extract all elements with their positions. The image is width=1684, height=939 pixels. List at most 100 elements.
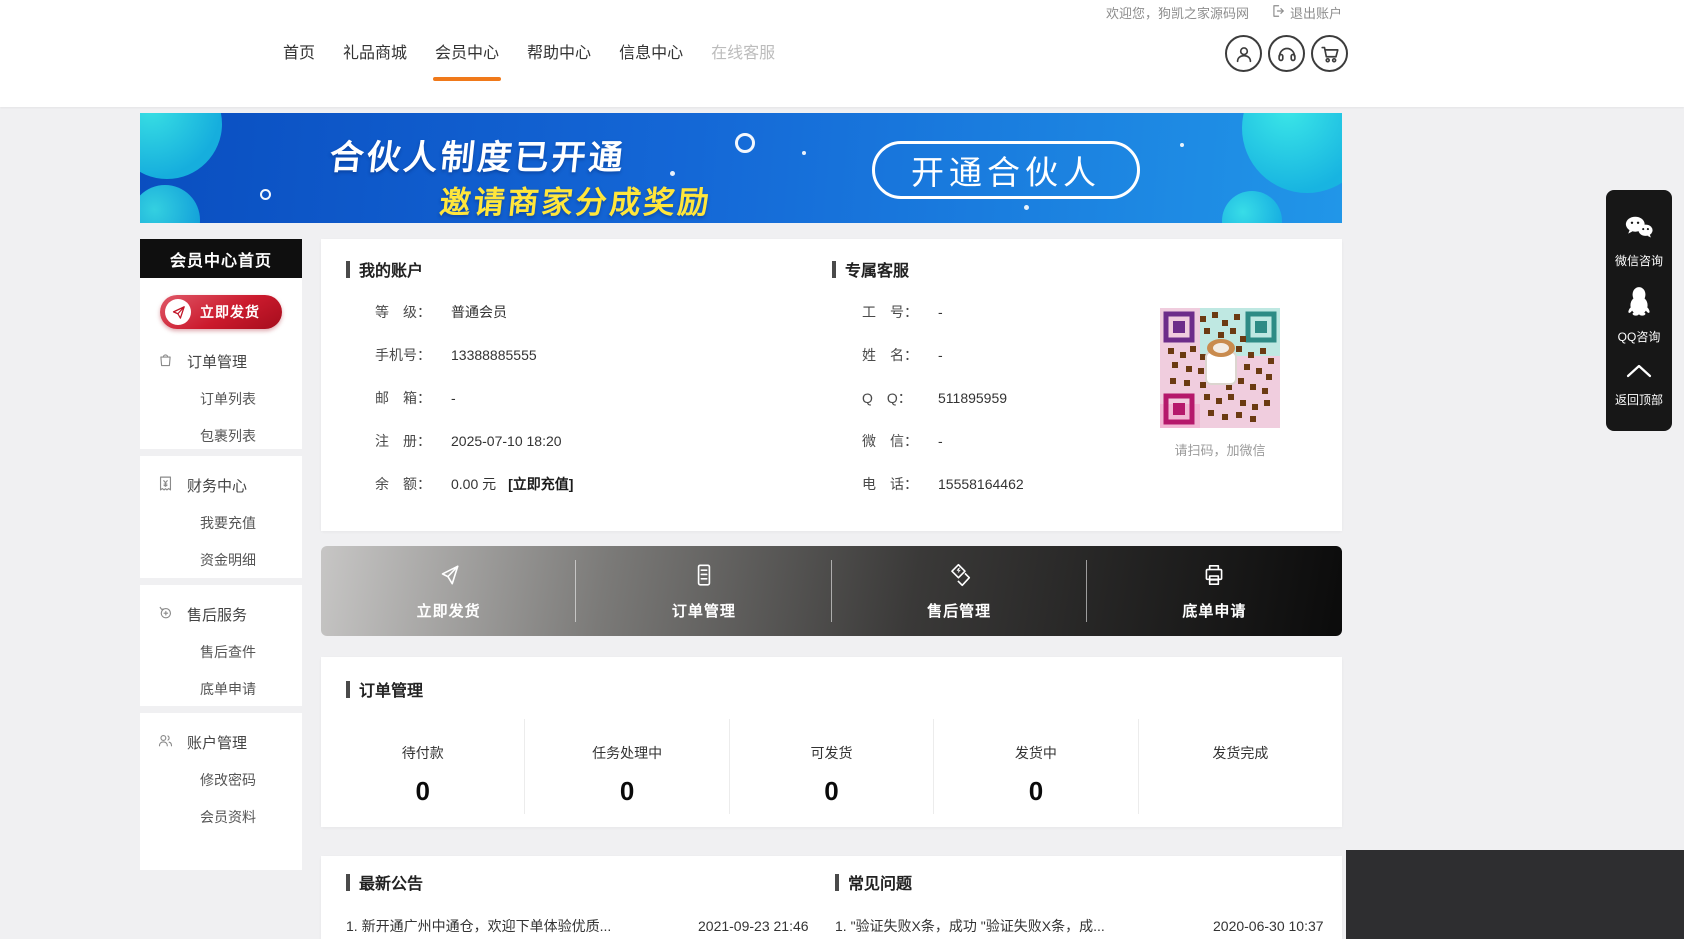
wechat-icon xyxy=(1624,214,1654,245)
service-rows: 工 号： - 姓 名： - Q Q： 511895959 微 信： - 电 话： xyxy=(862,290,1162,505)
site-header: 欢迎您，狗凯之家源码网 退出账户 首页 礼品商城 会员中心 帮助中心 信息中心 … xyxy=(0,0,1684,107)
list-icon xyxy=(691,562,717,593)
qq-icon xyxy=(1626,286,1652,321)
qq-consult-button[interactable]: QQ咨询 xyxy=(1618,286,1661,345)
wechat-consult-button[interactable]: 微信咨询 xyxy=(1615,214,1663,269)
stat-shipping[interactable]: 发货中 0 xyxy=(934,719,1138,814)
partner-banner: 合伙人制度已开通 邀请商家分成奖励 开通合伙人 xyxy=(140,113,1342,223)
banner-decoration xyxy=(1222,191,1282,223)
faq-item: 1. "验证失败X条，成功 "验证失败X条，成... 2020-06-30 10… xyxy=(835,916,1325,936)
sidebar-group-account[interactable]: 账户管理 xyxy=(140,732,302,753)
service-row-qq: Q Q： 511895959 xyxy=(862,376,1162,419)
account-icon xyxy=(157,732,174,753)
quick-action-receipt[interactable]: 底单申请 xyxy=(1087,546,1342,636)
account-row-email: 邮 箱： - xyxy=(375,376,806,419)
account-row-registered: 注 册： 2025-07-10 18:20 xyxy=(375,419,806,462)
chevron-up-icon xyxy=(1624,363,1654,384)
account-rows: 等 级： 普通会员 手机号： 13388885555 邮 箱： - 注 册： 2… xyxy=(375,290,806,505)
aftersale-icon xyxy=(157,604,174,625)
qr-caption: 请扫码，加微信 xyxy=(1160,440,1280,459)
logout-icon xyxy=(1271,4,1285,21)
ship-now-label: 立即发货 xyxy=(200,302,260,322)
quick-action-orders[interactable]: 订单管理 xyxy=(576,546,831,636)
logout-button[interactable]: 退出账户 xyxy=(1271,3,1342,22)
stat-completed[interactable]: 发货完成 xyxy=(1139,719,1342,814)
banner-decoration xyxy=(1024,205,1029,210)
footer-edge xyxy=(1346,850,1684,939)
recharge-now-link[interactable]: [立即充值] xyxy=(508,474,573,494)
sidebar-group-aftersale[interactable]: 售后服务 xyxy=(140,604,302,625)
title-marker xyxy=(346,874,350,891)
sidebar-item-member-profile[interactable]: 会员资料 xyxy=(140,807,302,827)
announcement-item: 1. 新开通广州中通仓，欢迎下单体验优质... 2021-09-23 21:46 xyxy=(346,916,816,936)
printer-icon xyxy=(1201,562,1227,593)
sidebar-block-account: 账户管理 修改密码 会员资料 xyxy=(140,713,302,870)
service-row-wechat: 微 信： - xyxy=(862,419,1162,462)
header-icons xyxy=(1225,35,1348,72)
banner-decoration xyxy=(260,189,271,200)
sidebar-item-change-password[interactable]: 修改密码 xyxy=(140,770,302,790)
stat-task-processing[interactable]: 任务处理中 0 xyxy=(525,719,729,814)
dedicated-service-section: 专属客服 工 号： - 姓 名： - Q Q： 511895959 微 信： - xyxy=(832,257,1162,505)
order-stats-card: 订单管理 待付款 0 任务处理中 0 可发货 0 发货中 0 发货完成 xyxy=(321,657,1342,827)
my-account-section: 我的账户 等 级： 普通会员 手机号： 13388885555 邮 箱： - 注… xyxy=(346,257,806,505)
banner-decoration xyxy=(140,113,222,179)
title-marker xyxy=(835,874,839,891)
sidebar-item-aftersale-track[interactable]: 售后查件 xyxy=(140,642,302,662)
banner-decoration xyxy=(140,185,200,223)
nav-item-help-center[interactable]: 帮助中心 xyxy=(527,39,591,67)
nav-item-home[interactable]: 首页 xyxy=(283,39,315,67)
service-row-staff-id: 工 号： - xyxy=(862,290,1162,333)
sidebar-item-package-list[interactable]: 包裹列表 xyxy=(140,426,302,446)
sidebar-item-recharge[interactable]: 我要充值 xyxy=(140,513,302,533)
faq-title: 常见问题 xyxy=(835,870,1325,894)
sidebar-item-fund-detail[interactable]: 资金明细 xyxy=(140,550,302,570)
banner-headline: 合伙人制度已开通 xyxy=(327,130,628,179)
sidebar-item-receipt-request[interactable]: 底单申请 xyxy=(140,679,302,699)
account-row-level: 等 级： 普通会员 xyxy=(375,290,806,333)
sidebar-group-orders[interactable]: 订单管理 xyxy=(140,351,302,372)
stat-ready-to-ship[interactable]: 可发货 0 xyxy=(730,719,934,814)
faq-link[interactable]: 1. "验证失败X条，成功 "验证失败X条，成... xyxy=(835,916,1213,936)
sidebar-item-order-list[interactable]: 订单列表 xyxy=(140,389,302,409)
floating-contact-bar: 微信咨询 QQ咨询 返回顶部 xyxy=(1606,190,1672,431)
sidebar-block-finance: 财务中心 我要充值 资金明细 xyxy=(140,456,302,578)
title-marker xyxy=(346,261,350,278)
stat-pending-payment[interactable]: 待付款 0 xyxy=(321,719,525,814)
welcome-bar: 欢迎您，狗凯之家源码网 退出账户 xyxy=(1106,3,1342,22)
sidebar-group-label: 财务中心 xyxy=(187,475,247,496)
cart-icon[interactable] xyxy=(1311,35,1348,72)
quick-action-ship[interactable]: 立即发货 xyxy=(321,546,576,636)
sidebar-group-finance[interactable]: 财务中心 xyxy=(140,475,302,496)
banner-subline: 邀请商家分成奖励 xyxy=(438,177,715,222)
ship-now-button[interactable]: 立即发货 xyxy=(160,295,282,329)
finance-icon xyxy=(157,475,174,496)
title-marker xyxy=(346,681,350,698)
sidebar-block-main: 会员中心首页 立即发货 订单管理 订单列表 包裹列表 xyxy=(140,239,302,449)
send-icon xyxy=(436,562,462,593)
member-center-page: 欢迎您，狗凯之家源码网 退出账户 首页 礼品商城 会员中心 帮助中心 信息中心 … xyxy=(0,0,1684,939)
news-card: 最新公告 1. 新开通广州中通仓，欢迎下单体验优质... 2021-09-23 … xyxy=(321,856,1342,939)
banner-decoration xyxy=(1242,113,1342,193)
announcements-title: 最新公告 xyxy=(346,870,816,894)
back-to-top-button[interactable]: 返回顶部 xyxy=(1615,363,1663,408)
user-icon[interactable] xyxy=(1225,35,1262,72)
orders-icon xyxy=(157,351,174,372)
nav-item-info-center[interactable]: 信息中心 xyxy=(619,39,683,67)
nav-item-online-service[interactable]: 在线客服 xyxy=(711,39,775,67)
announcement-date: 2021-09-23 21:46 xyxy=(698,918,809,934)
order-stats-row: 待付款 0 任务处理中 0 可发货 0 发货中 0 发货完成 xyxy=(321,719,1342,814)
service-row-phone: 电 话： 15558164462 xyxy=(862,462,1162,505)
nav-item-member-center[interactable]: 会员中心 xyxy=(435,39,499,67)
ticket-icon xyxy=(946,562,972,593)
announcement-link[interactable]: 1. 新开通广州中通仓，欢迎下单体验优质... xyxy=(346,916,698,936)
open-partner-button[interactable]: 开通合伙人 xyxy=(872,141,1140,199)
headset-icon[interactable] xyxy=(1268,35,1305,72)
quick-action-aftersale[interactable]: 售后管理 xyxy=(832,546,1087,636)
quick-action-bar: 立即发货 订单管理 售后管理 底单申请 xyxy=(321,546,1342,636)
sidebar-block-aftersale: 售后服务 售后查件 底单申请 xyxy=(140,585,302,706)
main-nav: 首页 礼品商城 会员中心 帮助中心 信息中心 在线客服 xyxy=(283,39,775,67)
nav-item-gift-mall[interactable]: 礼品商城 xyxy=(343,39,407,67)
dedicated-service-title: 专属客服 xyxy=(832,257,1162,281)
faq-section: 常见问题 1. "验证失败X条，成功 "验证失败X条，成... 2020-06-… xyxy=(835,870,1325,936)
